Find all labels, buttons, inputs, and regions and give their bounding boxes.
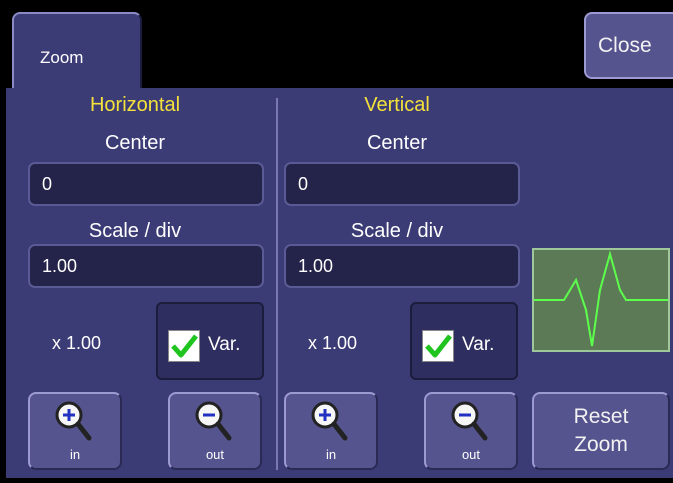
horizontal-zoom-out-button[interactable]: out bbox=[168, 392, 262, 470]
horizontal-zoom-out-label: out bbox=[205, 447, 225, 462]
vertical-zoom-in-button[interactable]: in bbox=[284, 392, 378, 470]
waveform-icon bbox=[534, 250, 668, 347]
horizontal-scale-label: Scale / div bbox=[88, 220, 182, 242]
vertical-var-checkbox[interactable] bbox=[422, 330, 454, 362]
horizontal-title: Horizontal bbox=[89, 94, 181, 116]
reset-zoom-line1: Reset bbox=[573, 405, 629, 428]
tab-zoom[interactable]: Zoom bbox=[12, 12, 142, 100]
vertical-scale-label: Scale / div bbox=[350, 220, 444, 242]
horizontal-var-label: Var. bbox=[208, 334, 241, 355]
checkmark-icon bbox=[425, 334, 452, 358]
magnifier-minus-icon bbox=[195, 401, 232, 441]
vertical-scale-field[interactable]: 1.00 bbox=[284, 244, 520, 288]
close-button[interactable]: Close bbox=[584, 12, 673, 79]
reset-zoom-button[interactable]: Reset Zoom bbox=[532, 392, 670, 470]
vertical-zoom-out-button[interactable]: out bbox=[424, 392, 518, 470]
window-left-edge bbox=[0, 0, 6, 483]
magnifier-minus-icon bbox=[451, 401, 488, 441]
horizontal-multiplier: x 1.00 bbox=[52, 333, 102, 353]
column-divider bbox=[276, 98, 278, 470]
horizontal-zoom-in-button[interactable]: in bbox=[28, 392, 122, 470]
reset-zoom-line2: Zoom bbox=[574, 433, 628, 456]
vertical-center-label: Center bbox=[366, 132, 428, 154]
vertical-center-field[interactable]: 0 bbox=[284, 162, 520, 206]
vertical-zoom-in-label: in bbox=[325, 447, 337, 462]
tab-zoom-label: Zoom bbox=[40, 48, 84, 67]
horizontal-var-toggle[interactable]: Var. bbox=[156, 302, 264, 380]
magnifier-plus-icon bbox=[55, 401, 92, 441]
magnifier-plus-icon bbox=[311, 401, 348, 441]
vertical-var-label: Var. bbox=[462, 334, 495, 355]
waveform-preview bbox=[532, 248, 670, 352]
horizontal-scale-field[interactable]: 1.00 bbox=[28, 244, 264, 288]
horizontal-center-field[interactable]: 0 bbox=[28, 162, 264, 206]
vertical-var-toggle[interactable]: Var. bbox=[410, 302, 518, 380]
horizontal-zoom-in-label: in bbox=[69, 447, 81, 462]
horizontal-center-label: Center bbox=[104, 132, 166, 154]
vertical-multiplier: x 1.00 bbox=[308, 333, 358, 353]
vertical-zoom-out-label: out bbox=[461, 447, 481, 462]
vertical-title: Vertical bbox=[364, 94, 430, 116]
checkmark-icon bbox=[171, 334, 198, 358]
horizontal-var-checkbox[interactable] bbox=[168, 330, 200, 362]
